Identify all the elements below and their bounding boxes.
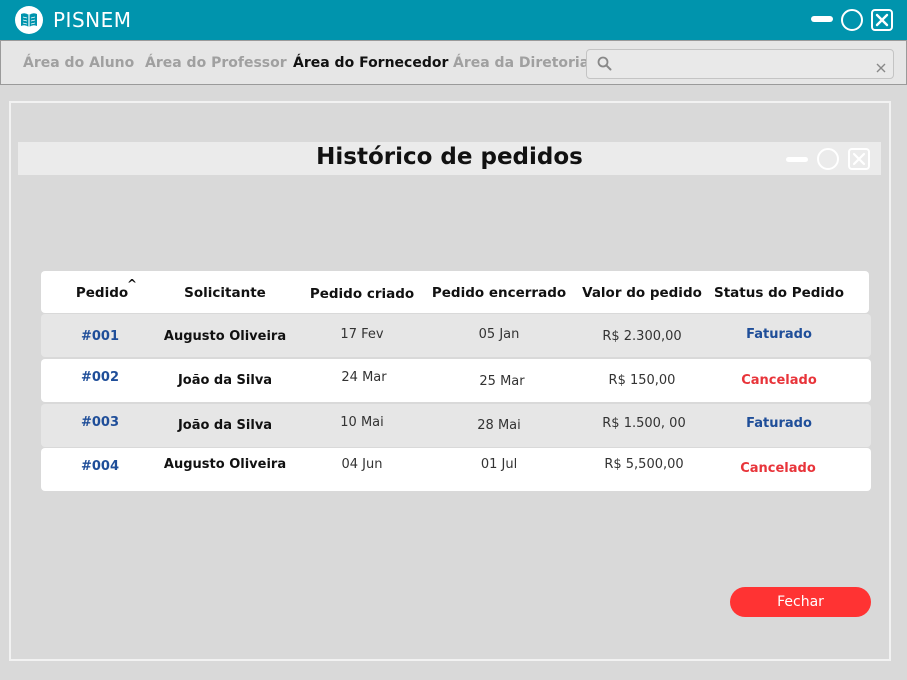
order-value: R$ 5,500,00 <box>604 457 684 472</box>
clear-icon[interactable] <box>876 58 886 77</box>
nav-bar: Área do Aluno Área do Professor Área do … <box>0 40 907 85</box>
order-value: R$ 2.300,00 <box>602 329 682 344</box>
closed-date: 01 Jul <box>480 457 518 472</box>
sort-ascending-icon[interactable]: ^ <box>127 277 137 291</box>
requester: Augusto Oliveira <box>163 329 287 344</box>
header-pedido-encerrado[interactable]: Pedido encerrado <box>432 285 566 301</box>
status-badge: Faturado <box>746 416 812 431</box>
status-badge: Faturado <box>746 327 812 342</box>
nav-item-area-do-fornecedor[interactable]: Área do Fornecedor <box>293 55 448 71</box>
app-title: PISNEM <box>53 8 132 32</box>
requester: Augusto Oliveira <box>163 457 287 472</box>
requester: João da Silva <box>177 418 273 433</box>
search-input[interactable] <box>617 53 871 75</box>
closed-date: 25 Mar <box>479 374 525 389</box>
nav-item-area-do-professor[interactable]: Área do Professor <box>145 55 287 71</box>
dialog-header: Histórico de pedidos <box>18 142 881 175</box>
order-id[interactable]: #002 <box>81 370 119 385</box>
status-badge: Cancelado <box>740 461 816 476</box>
search-icon <box>597 56 612 75</box>
header-valor-do-pedido[interactable]: Valor do pedido <box>582 285 702 301</box>
order-id[interactable]: #001 <box>81 329 119 344</box>
requester: João da Silva <box>177 373 273 388</box>
dialog-maximize-icon[interactable] <box>817 148 839 170</box>
created-date: 10 Mai <box>340 415 384 430</box>
close-window-icon[interactable] <box>871 9 893 31</box>
title-bar: PISNEM <box>0 0 907 40</box>
header-pedido[interactable]: Pedido <box>76 285 128 301</box>
book-icon <box>15 6 43 34</box>
table-row[interactable]: #002 João da Silva 24 Mar 25 Mar R$ 150,… <box>41 359 871 402</box>
nav-item-area-da-diretoria[interactable]: Área da Diretoria <box>453 55 589 71</box>
dialog-close-icon[interactable] <box>848 148 870 170</box>
close-button[interactable]: Fechar <box>730 587 871 617</box>
order-id[interactable]: #004 <box>81 459 119 474</box>
table-row[interactable]: #004 Augusto Oliveira 04 Jun 01 Jul R$ 5… <box>41 448 871 491</box>
order-value: R$ 150,00 <box>608 373 676 388</box>
header-pedido-criado[interactable]: Pedido criado <box>310 286 414 302</box>
search-box <box>586 49 894 79</box>
nav-item-area-do-aluno[interactable]: Área do Aluno <box>23 55 134 71</box>
table-header: Pedido ^ Solicitante Pedido criado Pedid… <box>41 271 869 313</box>
dialog-minimize-icon[interactable] <box>786 157 808 162</box>
minimize-icon[interactable] <box>811 16 833 22</box>
created-date: 24 Mar <box>341 370 387 385</box>
order-id[interactable]: #003 <box>81 415 119 430</box>
maximize-icon[interactable] <box>841 9 863 31</box>
header-solicitante[interactable]: Solicitante <box>184 285 266 301</box>
closed-date: 28 Mai <box>477 418 521 433</box>
dialog-title: Histórico de pedidos <box>316 144 583 170</box>
table-row[interactable]: #001 Augusto Oliveira 17 Fev 05 Jan R$ 2… <box>41 314 871 357</box>
closed-date: 05 Jan <box>478 327 520 342</box>
created-date: 04 Jun <box>341 457 383 472</box>
table-row[interactable]: #003 João da Silva 10 Mai 28 Mai R$ 1.50… <box>41 404 871 447</box>
header-status-do-pedido[interactable]: Status do Pedido <box>714 285 844 301</box>
status-badge: Cancelado <box>741 373 817 388</box>
created-date: 17 Fev <box>340 327 384 342</box>
order-value: R$ 1.500, 00 <box>602 416 686 431</box>
